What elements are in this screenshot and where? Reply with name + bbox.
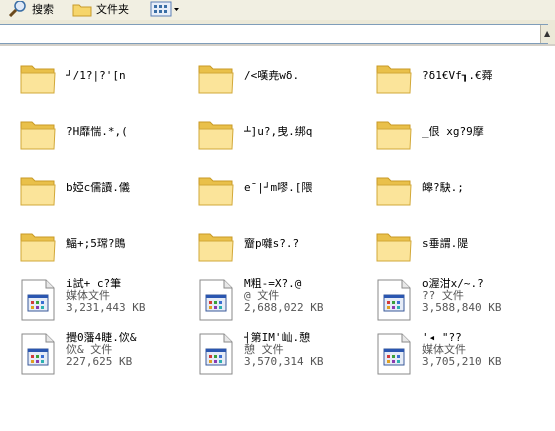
- search-label: 搜索: [32, 3, 54, 16]
- media-file-icon: [377, 333, 411, 375]
- folder-icon: [20, 177, 56, 206]
- file-item[interactable]: i試+ c?筆 媒体文件 3,231,443 KB: [18, 278, 193, 326]
- chevron-up-icon: ▲: [544, 29, 551, 38]
- folder-icon: [198, 233, 234, 262]
- folder-item[interactable]: ┴]u?,曳.绑q: [196, 114, 371, 162]
- media-file-icon: [21, 333, 55, 375]
- file-size: 3,570,314 KB: [244, 355, 324, 368]
- folder-item[interactable]: /<嘆尭wδ.: [196, 58, 371, 106]
- media-file-icon: [199, 279, 233, 321]
- views-icon: [150, 1, 179, 17]
- folder-icon: [376, 177, 412, 206]
- folder-name: ?δ1€Vf┒.€蕣: [422, 70, 493, 82]
- file-item[interactable]: o渥泔x/~.? ?? 文件 3,588,840 KB: [374, 278, 549, 326]
- file-item[interactable]: M粗-=X?.@ @ 文件 2,688,022 KB: [196, 278, 371, 326]
- folder-name: 皞?駃.;: [422, 182, 464, 194]
- folder-name: 齏p囃s?.?: [244, 238, 300, 250]
- folder-icon: [376, 121, 412, 150]
- file-size: 3,705,210 KB: [422, 355, 502, 368]
- folder-name: _佷 xg?9摩: [422, 126, 484, 138]
- folder-item[interactable]: b婭c儒讀.儀: [18, 170, 193, 218]
- file-item[interactable]: 攪0藩4睫.佽& 佽& 文件 227,625 KB: [18, 332, 193, 380]
- file-list-pane[interactable]: ┘/1?|?'[n /<嘆尭wδ. ?δ1€Vf┒.€蕣 ?H靡惴.*,( ┴]…: [0, 46, 555, 431]
- folder-item[interactable]: 皞?駃.;: [374, 170, 549, 218]
- folder-item[interactable]: 鰏+;5瑺?鵖: [18, 226, 193, 274]
- folder-item[interactable]: 齏p囃s?.?: [196, 226, 371, 274]
- folders-label: 文件夹: [96, 3, 129, 16]
- views-button[interactable]: [150, 0, 180, 18]
- folder-icon: [376, 65, 412, 94]
- file-size: 3,231,443 KB: [66, 301, 146, 314]
- folder-item[interactable]: ┘/1?|?'[n: [18, 58, 193, 106]
- folder-icon: [20, 65, 56, 94]
- media-file-icon: [199, 333, 233, 375]
- toolbar: 搜索 文件夹: [0, 0, 555, 20]
- address-dropdown[interactable]: ▲: [540, 25, 555, 43]
- file-item[interactable]: '◂ "?? 媒体文件 3,705,210 KB: [374, 332, 549, 380]
- media-file-icon: [21, 279, 55, 321]
- folders-button[interactable]: 文件夹: [72, 0, 129, 18]
- folder-item[interactable]: _佷 xg?9摩: [374, 114, 549, 162]
- folder-item[interactable]: ?δ1€Vf┒.€蕣: [374, 58, 549, 106]
- folder-icon: [20, 121, 56, 150]
- file-size: 3,588,840 KB: [422, 301, 502, 314]
- folder-icon: [198, 177, 234, 206]
- folder-icon: [198, 121, 234, 150]
- folder-name: ┴]u?,曳.绑q: [244, 126, 313, 138]
- media-file-icon: [377, 279, 411, 321]
- folder-name: 鰏+;5瑺?鵖: [66, 238, 126, 250]
- folder-item[interactable]: eˉ|┘m嘐.[隈: [196, 170, 371, 218]
- folder-icon: [198, 65, 234, 94]
- folder-icon: [376, 233, 412, 262]
- folder-name: s垂謂.隄: [422, 238, 469, 250]
- folder-icon: [72, 4, 92, 17]
- search-icon: [8, 1, 26, 17]
- folder-name: /<嘆尭wδ.: [244, 70, 300, 82]
- folder-name: b婭c儒讀.儀: [66, 182, 130, 194]
- file-size: 2,688,022 KB: [244, 301, 324, 314]
- folder-name: ┘/1?|?'[n: [66, 70, 126, 82]
- address-bar[interactable]: ▲: [0, 24, 555, 44]
- search-button[interactable]: 搜索: [8, 0, 54, 18]
- folder-item[interactable]: s垂謂.隄: [374, 226, 549, 274]
- folder-item[interactable]: ?H靡惴.*,(: [18, 114, 193, 162]
- file-size: 227,625 KB: [66, 355, 133, 368]
- folder-icon: [20, 233, 56, 262]
- folder-name: ?H靡惴.*,(: [66, 126, 128, 138]
- file-item[interactable]: ┤第IM'屾.憩 憩 文件 3,570,314 KB: [196, 332, 371, 380]
- folder-name: eˉ|┘m嘐.[隈: [244, 182, 313, 194]
